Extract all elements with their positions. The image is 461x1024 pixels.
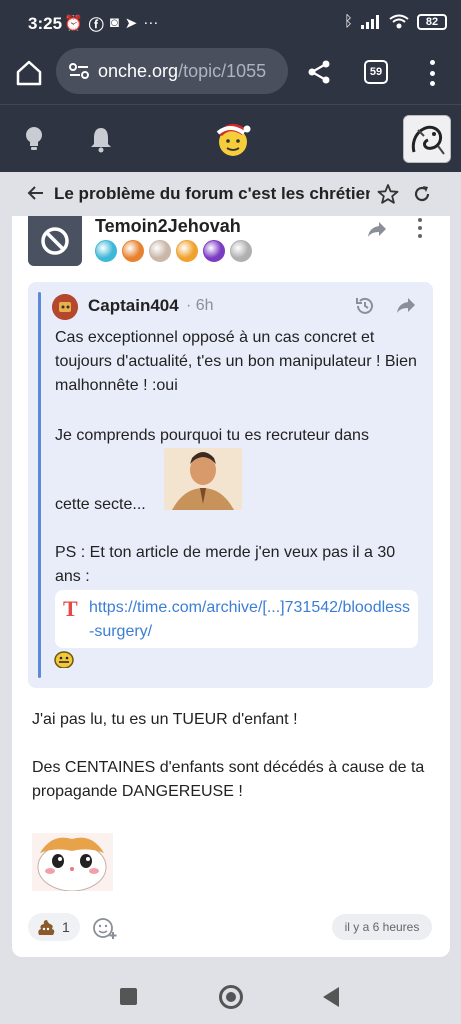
- back-nav-icon[interactable]: [322, 986, 340, 1008]
- battery-indicator: 82: [417, 13, 447, 30]
- banned-icon: [41, 227, 69, 255]
- url-text: onche.org/topic/1055: [98, 61, 266, 82]
- home-icon[interactable]: [14, 58, 44, 88]
- author-badge-icon[interactable]: [95, 240, 117, 262]
- history-icon[interactable]: [354, 295, 376, 317]
- reply-paragraph-1: J'ai pas lu, tu es un TUEUR d'enfant !: [32, 711, 298, 728]
- add-reaction-icon[interactable]: [92, 916, 118, 940]
- recents-button[interactable]: [120, 988, 137, 1005]
- quote-block: Captain404 · 6h Cas exceptionnel opposé …: [28, 282, 433, 688]
- reaction-count: 1: [62, 919, 70, 935]
- author-badge-icon[interactable]: [122, 240, 144, 262]
- wifi-icon: [389, 14, 409, 28]
- link-preview[interactable]: T https://time.com/archive/[...]731542/b…: [55, 590, 418, 648]
- refresh-icon[interactable]: [412, 184, 432, 204]
- topic-title-bar: Le problème du forum c'est les chrétien: [0, 172, 461, 216]
- system-nav-bar: [0, 960, 461, 1024]
- facebook-icon: ⓕ: [88, 17, 104, 34]
- notification-icons: ⏰ ⓕ ◙ ➤ ···: [64, 14, 158, 35]
- author-avatar[interactable]: [28, 216, 82, 266]
- telegram-icon: ➤: [124, 15, 138, 32]
- time-logo-icon: T: [63, 596, 78, 621]
- post-card: Temoin2Jehovah Captain404 · 6h Cas excep…: [12, 216, 450, 957]
- smiley-sticker-icon: [54, 651, 74, 668]
- post-share-icon[interactable]: [366, 219, 388, 239]
- sticker-image: [32, 833, 113, 891]
- onche-logo-icon[interactable]: [212, 119, 252, 159]
- quote-paragraph-1: Cas exceptionnel opposé à un cas concret…: [55, 329, 417, 394]
- user-avatar[interactable]: [403, 115, 451, 163]
- quote-share-icon[interactable]: [396, 296, 416, 314]
- more-notifications-icon: ···: [143, 14, 159, 31]
- quote-paragraph-3: PS : Et ton article de merde j'en veux p…: [55, 544, 396, 585]
- url-row: onche.org/topic/1055 59: [0, 48, 461, 104]
- url-host: onche.org: [98, 60, 179, 81]
- author-badge-icon[interactable]: [176, 240, 198, 262]
- bell-icon[interactable]: [89, 125, 113, 153]
- system-icons: ᛒ 82: [344, 13, 447, 30]
- author-badges: [95, 240, 252, 262]
- quote-author-avatar[interactable]: [52, 294, 78, 320]
- discord-icon: ◙: [109, 14, 119, 31]
- quote-paragraph-2-end: cette secte...: [55, 496, 146, 513]
- post-timestamp: il y a 6 heures: [332, 914, 432, 940]
- url-bar[interactable]: onche.org/topic/1055: [56, 48, 288, 94]
- quote-time-separator: ·: [186, 297, 192, 314]
- author-badge-icon[interactable]: [230, 240, 252, 262]
- reaction-button[interactable]: 1: [28, 913, 80, 941]
- status-time: 3:25: [28, 14, 63, 33]
- status-bar: 3:25 ⏰ ⓕ ◙ ➤ ··· ᛒ 82: [0, 0, 461, 48]
- site-header: [0, 104, 461, 172]
- reply-paragraph-2: Des CENTAINES d'enfants sont décédés à c…: [32, 759, 425, 800]
- author-badge-icon[interactable]: [149, 240, 171, 262]
- signal-icon: [361, 14, 379, 29]
- bluetooth-icon: ᛒ: [343, 13, 353, 30]
- poop-icon: [38, 920, 55, 935]
- topic-title: Le problème du forum c'est les chrétien: [54, 184, 370, 203]
- quote-author-name[interactable]: Captain404: [88, 296, 179, 316]
- star-icon[interactable]: [377, 183, 399, 205]
- alarm-icon: ⏰: [64, 15, 83, 32]
- author-name[interactable]: Temoin2Jehovah: [95, 216, 241, 237]
- post-more-button[interactable]: [416, 218, 424, 238]
- back-arrow-icon[interactable]: [26, 183, 46, 203]
- tab-switcher-button[interactable]: 59: [364, 60, 388, 84]
- site-settings-icon[interactable]: [68, 62, 90, 80]
- lightbulb-icon[interactable]: [22, 125, 46, 153]
- quote-bar: [38, 292, 41, 678]
- quote-time: · 6h: [186, 297, 214, 315]
- quote-time-value: 6h: [195, 297, 214, 314]
- link-url[interactable]: https://time.com/archive/[...]731542/blo…: [89, 596, 414, 644]
- quote-paragraph-2: Je comprends pourquoi tu es recruteur da…: [55, 427, 369, 444]
- browser-menu-button[interactable]: [422, 60, 442, 86]
- browser-chrome: 3:25 ⏰ ⓕ ◙ ➤ ··· ᛒ 82 onche.org/topic/10…: [0, 0, 461, 104]
- share-icon[interactable]: [305, 58, 333, 86]
- author-badge-icon[interactable]: [203, 240, 225, 262]
- home-nav-button[interactable]: [219, 985, 243, 1009]
- url-path: /topic/1055: [178, 60, 267, 81]
